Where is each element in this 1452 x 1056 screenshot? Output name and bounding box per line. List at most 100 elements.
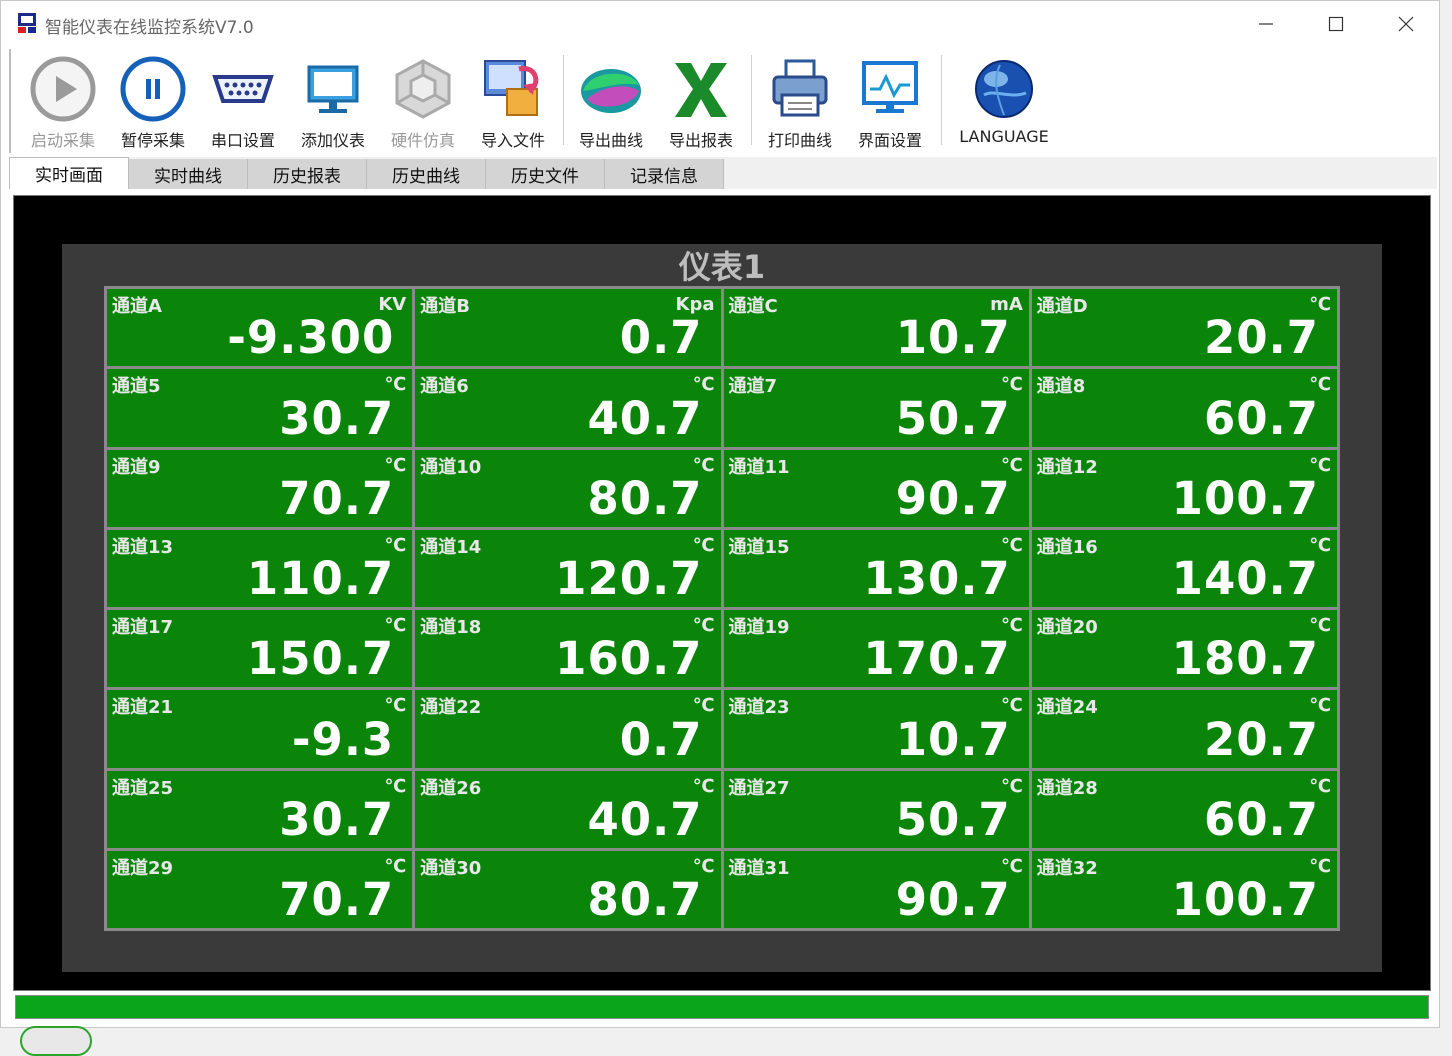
channel-cell[interactable]: 通道16 ℃ 140.7	[1031, 529, 1337, 607]
close-icon	[1398, 16, 1414, 32]
channel-cell[interactable]: 通道12 ℃ 100.7	[1031, 449, 1337, 527]
channel-cell[interactable]: 通道8 ℃ 60.7	[1031, 369, 1337, 447]
channel-cell[interactable]: 通道24 ℃ 20.7	[1031, 690, 1337, 768]
serial-settings-label: 串口设置	[210, 131, 275, 150]
tab-label: 历史曲线	[392, 166, 460, 187]
printer-icon	[772, 59, 828, 117]
add-meter-button[interactable]: 添加仪表	[289, 49, 377, 150]
channel-value: 180.7	[1171, 632, 1319, 686]
channel-cell[interactable]: 通道C mA 10.7	[723, 289, 1029, 367]
channel-value: 110.7	[246, 552, 395, 605]
channel-cell[interactable]: 通道B Kpa 0.7	[415, 289, 721, 367]
channel-name: 通道22	[420, 697, 482, 719]
tab-label: 实时画面	[35, 166, 103, 186]
tab-record-info[interactable]: 记录信息	[605, 159, 724, 189]
screen-settings-icon	[862, 61, 918, 113]
toolbar-separator	[941, 55, 942, 145]
channel-cell[interactable]: 通道30 ℃ 80.7	[415, 850, 721, 928]
interface-settings-label: 界面设置	[857, 131, 922, 150]
channel-value: 0.7	[619, 712, 703, 766]
export-report-button[interactable]: 导出报表	[657, 49, 745, 150]
tab-realtime-curve[interactable]: 实时曲线	[129, 159, 248, 189]
channel-cell[interactable]: 通道26 ℃ 40.7	[415, 770, 721, 848]
channel-cell[interactable]: 通道15 ℃ 130.7	[723, 529, 1029, 607]
title-bar[interactable]: 智能仪表在线监控系统V7.0	[1, 1, 1439, 47]
pause-collect-label: 暂停采集	[120, 131, 185, 150]
print-curve-label: 打印曲线	[767, 131, 832, 150]
channel-cell[interactable]: 通道18 ℃ 160.7	[415, 610, 721, 688]
channel-value: 90.7	[895, 873, 1011, 926]
import-file-label: 导入文件	[480, 131, 545, 150]
realtime-view-area: 仪表1 通道A KV -9.300 通道B Kpa 0.7 通道C mA 10.7 通道D ℃ 20.…	[13, 195, 1431, 991]
channel-cell[interactable]: 通道28 ℃ 60.7	[1031, 770, 1337, 848]
channel-cell[interactable]: 通道23 ℃ 10.7	[723, 690, 1029, 768]
channel-name: 通道A	[112, 296, 162, 317]
channel-cell[interactable]: 通道14 ℃ 120.7	[415, 529, 721, 607]
channel-cell[interactable]: 通道9 ℃ 70.7	[107, 449, 413, 527]
channel-cell[interactable]: 通道27 ℃ 50.7	[723, 770, 1029, 848]
channel-name: 通道12	[1036, 456, 1098, 478]
tab-label: 历史报表	[273, 166, 341, 187]
import-file-icon	[484, 60, 539, 116]
print-curve-button[interactable]: 打印曲线	[756, 49, 844, 150]
channel-name: 通道B	[420, 296, 470, 317]
channel-name: 通道24	[1036, 697, 1098, 719]
cube-icon	[395, 59, 451, 119]
channel-cell[interactable]: 通道A KV -9.300	[107, 289, 413, 367]
pause-collect-button[interactable]: 暂停采集	[109, 49, 197, 150]
floating-assistant-badge[interactable]	[20, 1026, 92, 1056]
maximize-button[interactable]	[1301, 1, 1371, 47]
channel-value: 130.7	[863, 552, 1011, 605]
status-bar	[15, 995, 1429, 1019]
channel-cell[interactable]: 通道7 ℃ 50.7	[723, 369, 1029, 447]
minimize-button[interactable]	[1231, 1, 1301, 47]
tab-label: 记录信息	[630, 166, 698, 187]
serial-settings-button[interactable]: 串口设置	[199, 49, 287, 150]
channel-name: 通道11	[728, 456, 790, 478]
channel-cell[interactable]: 通道31 ℃ 90.7	[723, 850, 1029, 928]
channel-cell[interactable]: 通道11 ℃ 90.7	[723, 449, 1029, 527]
channel-value: 60.7	[1203, 792, 1319, 846]
close-button[interactable]	[1371, 1, 1441, 47]
channel-value: 150.7	[246, 632, 395, 686]
channel-value: 80.7	[587, 873, 703, 926]
channel-value: 80.7	[587, 471, 703, 525]
tab-history-report[interactable]: 历史报表	[248, 159, 367, 189]
start-collect-button[interactable]: 启动采集	[19, 49, 107, 150]
channel-cell[interactable]: 通道6 ℃ 40.7	[415, 369, 721, 447]
channel-value: -9.3	[291, 712, 395, 766]
channel-cell[interactable]: 通道29 ℃ 70.7	[107, 850, 413, 928]
channel-name: 通道6	[420, 376, 469, 398]
tab-history-curve[interactable]: 历史曲线	[367, 159, 486, 189]
interface-settings-button[interactable]: 界面设置	[846, 49, 934, 150]
channel-value: 90.7	[895, 471, 1011, 525]
channel-name: 通道5	[112, 376, 161, 398]
export-curve-button[interactable]: 导出曲线	[567, 49, 655, 150]
channel-name: 通道17	[112, 617, 174, 638]
channel-cell[interactable]: 通道10 ℃ 80.7	[415, 449, 721, 527]
channel-name: 通道18	[420, 617, 482, 638]
minimize-icon	[1259, 23, 1273, 25]
channel-name: 通道9	[112, 456, 161, 478]
channel-cell[interactable]: 通道17 ℃ 150.7	[107, 610, 413, 688]
channel-value: 120.7	[555, 552, 703, 605]
export-report-label: 导出报表	[668, 131, 733, 150]
channel-cell[interactable]: 通道21 ℃ -9.3	[107, 690, 413, 768]
channel-cell[interactable]: 通道25 ℃ 30.7	[107, 770, 413, 848]
channel-cell[interactable]: 通道19 ℃ 170.7	[723, 610, 1029, 688]
channel-cell[interactable]: 通道13 ℃ 110.7	[107, 529, 413, 607]
channel-name: 通道7	[728, 376, 778, 398]
pause-icon	[120, 56, 186, 122]
tab-history-file[interactable]: 历史文件	[486, 159, 605, 189]
channel-cell[interactable]: 通道22 ℃ 0.7	[415, 690, 721, 768]
hardware-simulation-button[interactable]: 硬件仿真	[379, 49, 467, 150]
channel-name: 通道10	[420, 456, 482, 478]
channel-cell[interactable]: 通道20 ℃ 180.7	[1031, 610, 1337, 688]
channel-value: -9.300	[227, 311, 395, 365]
channel-cell[interactable]: 通道32 ℃ 100.7	[1031, 850, 1337, 928]
tab-realtime-view[interactable]: 实时画面	[9, 157, 129, 189]
import-file-button[interactable]: 导入文件	[469, 49, 557, 150]
channel-cell[interactable]: 通道D ℃ 20.7	[1031, 289, 1337, 367]
language-button[interactable]: LANGUAGE	[956, 49, 1052, 149]
channel-cell[interactable]: 通道5 ℃ 30.7	[107, 369, 413, 447]
